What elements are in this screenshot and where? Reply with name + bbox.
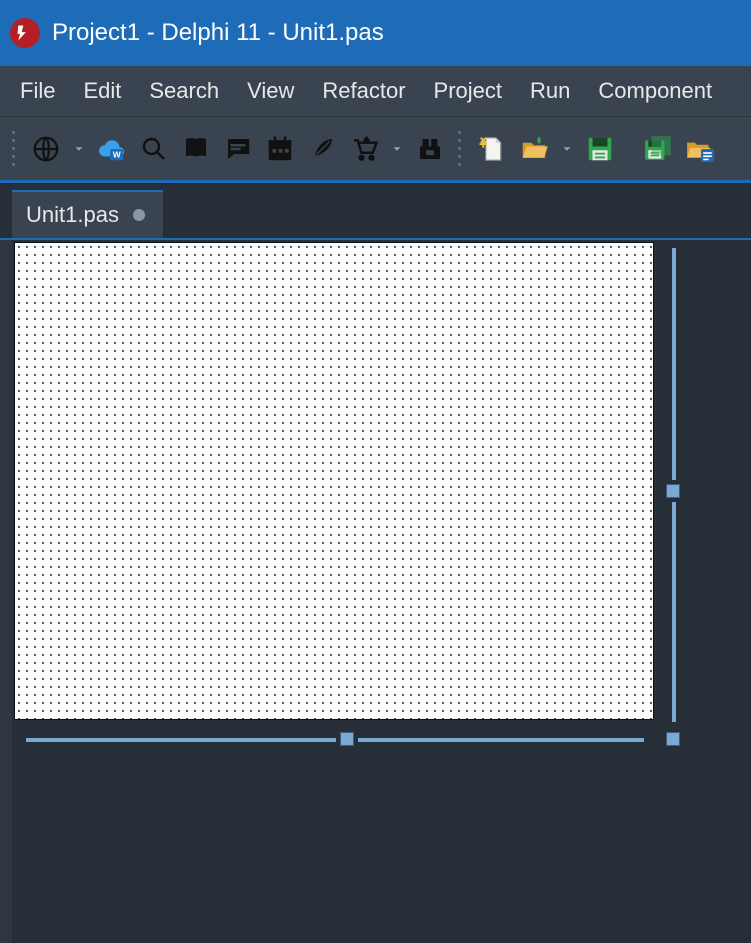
menu-view[interactable]: View bbox=[247, 78, 294, 104]
calendar-icon[interactable] bbox=[262, 131, 298, 167]
selection-guide-horizontal[interactable] bbox=[358, 738, 644, 742]
save-all-icon[interactable] bbox=[640, 131, 676, 167]
menu-project[interactable]: Project bbox=[434, 78, 502, 104]
toolbar-grip bbox=[12, 129, 18, 169]
selection-guide-vertical[interactable] bbox=[672, 248, 676, 480]
menu-edit[interactable]: Edit bbox=[83, 78, 121, 104]
menu-file[interactable]: File bbox=[20, 78, 55, 104]
new-file-icon[interactable] bbox=[474, 131, 510, 167]
globe-dropdown[interactable] bbox=[70, 142, 88, 156]
open-folder-icon[interactable] bbox=[516, 131, 552, 167]
selection-guide-vertical[interactable] bbox=[672, 502, 676, 722]
globe-icon[interactable] bbox=[28, 131, 64, 167]
book-icon[interactable] bbox=[178, 131, 214, 167]
menu-component[interactable]: Component bbox=[598, 78, 712, 104]
tab-label: Unit1.pas bbox=[26, 202, 119, 228]
tool-bar: W bbox=[0, 116, 751, 180]
package-icon[interactable] bbox=[412, 131, 448, 167]
search-icon[interactable] bbox=[136, 131, 172, 167]
title-bar: Project1 - Delphi 11 - Unit1.pas bbox=[0, 0, 751, 66]
editor-tab-strip: Unit1.pas bbox=[0, 180, 751, 238]
toolbar-grip-2 bbox=[458, 129, 464, 169]
open-dropdown[interactable] bbox=[558, 142, 576, 156]
form-canvas[interactable] bbox=[14, 242, 654, 720]
form-designer bbox=[0, 238, 751, 943]
cart-icon[interactable] bbox=[346, 131, 382, 167]
resize-handle-right[interactable] bbox=[666, 484, 680, 498]
resize-handle-corner[interactable] bbox=[666, 732, 680, 746]
designer-viewport[interactable] bbox=[12, 240, 751, 943]
comment-icon[interactable] bbox=[220, 131, 256, 167]
resize-handle-bottom[interactable] bbox=[340, 732, 354, 746]
save-icon[interactable] bbox=[582, 131, 618, 167]
menu-refactor[interactable]: Refactor bbox=[322, 78, 405, 104]
open-project-icon[interactable] bbox=[682, 131, 718, 167]
app-logo-icon bbox=[10, 18, 40, 48]
tab-modified-indicator-icon bbox=[133, 209, 145, 221]
selection-guide-horizontal[interactable] bbox=[26, 738, 336, 742]
cloud-word-icon[interactable]: W bbox=[94, 131, 130, 167]
menu-bar: File Edit Search View Refactor Project R… bbox=[0, 66, 751, 116]
menu-search[interactable]: Search bbox=[149, 78, 219, 104]
cart-dropdown[interactable] bbox=[388, 142, 406, 156]
menu-run[interactable]: Run bbox=[530, 78, 570, 104]
window-title: Project1 - Delphi 11 - Unit1.pas bbox=[52, 19, 384, 47]
svg-text:W: W bbox=[113, 149, 121, 159]
editor-tab-unit1[interactable]: Unit1.pas bbox=[12, 190, 163, 238]
feather-icon[interactable] bbox=[304, 131, 340, 167]
